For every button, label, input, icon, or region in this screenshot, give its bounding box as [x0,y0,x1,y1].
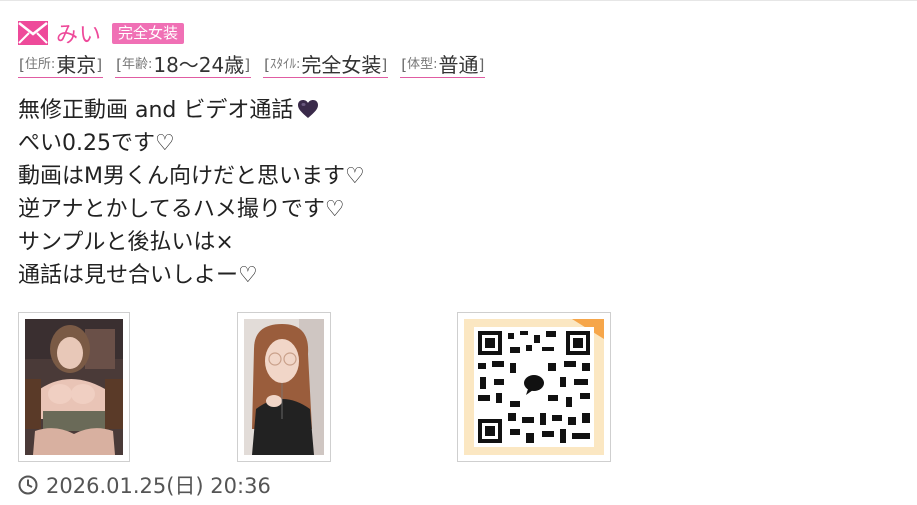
tag-location[interactable]: [住所: 東京] [18,53,104,78]
mail-icon[interactable] [18,21,48,45]
profile-tags: [住所: 東京] [年齢: 18〜24歳] [ｽﾀｲﾙ: 完全女装] [体型: 普通] [18,54,898,78]
top-divider [0,0,917,1]
tag-value: 普通 [438,53,479,77]
photo-image [25,319,123,455]
tag-label: 体型: [407,57,438,72]
tag-value: 18〜24歳 [153,53,245,77]
post-date: 2026.01.25(日) 20:36 [46,474,271,498]
tag-age[interactable]: [年齢: 18〜24歳] [115,53,252,78]
photo-image [244,319,324,455]
photo-thumbnail-2[interactable] [237,312,331,462]
clock-icon [18,475,38,495]
post-message: 無修正動画 and ビデオ通話 ぺい0.25です♡ 動画はM男くん向けだと思いま… [18,94,898,292]
message-line: 通話は見せ合いしよー♡ [18,263,258,288]
tag-label: ｽﾀｲﾙ: [269,57,301,72]
photo-thumbnail-1[interactable] [18,312,130,462]
tag-label: 住所: [24,57,56,72]
qr-code-image[interactable] [457,312,611,462]
post-timestamp: 2026.01.25(日) 20:36 [18,472,271,498]
tag-value: 完全女装 [301,53,382,77]
user-name[interactable]: みい [56,17,102,49]
tag-style[interactable]: [ｽﾀｲﾙ: 完全女装] [263,53,389,78]
message-line: サンプルと後払いは× [18,230,234,255]
tag-body-type[interactable]: [体型: 普通] [400,53,486,78]
message-line: 無修正動画 and ビデオ通話 [18,94,898,127]
message-line: 逆アナとかしてるハメ撮りです♡ [18,197,345,222]
qr-code [464,319,604,455]
message-line: ぺい0.25です♡ [18,131,175,156]
attached-images [18,312,618,462]
post-header: みい 完全女装 [18,18,898,48]
post-card: みい 完全女装 [住所: 東京] [年齢: 18〜24歳] [ｽﾀｲﾙ: 完全女装] … [18,18,898,498]
message-line: 動画はM男くん向けだと思います♡ [18,164,365,189]
tag-value: 東京 [56,53,97,77]
style-badge: 完全女装 [112,22,185,44]
tag-label: 年齢: [121,57,153,72]
black-heart-icon [297,96,319,118]
